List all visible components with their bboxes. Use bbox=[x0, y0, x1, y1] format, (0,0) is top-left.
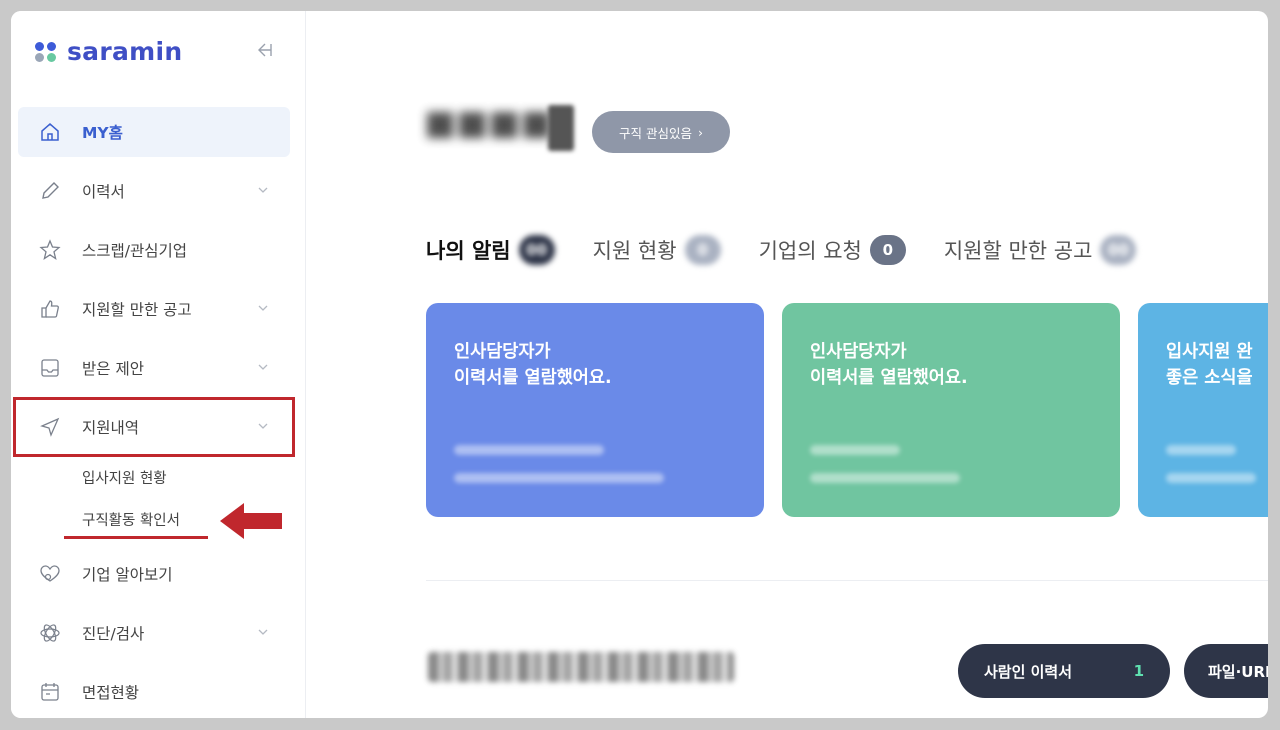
card-detail-blurred bbox=[1166, 473, 1256, 483]
saramin-logo[interactable]: saramin bbox=[35, 37, 182, 66]
send-icon bbox=[40, 417, 60, 437]
tab-count-badge: 0 bbox=[684, 235, 721, 265]
sidebar-item-label: 지원할 만한 공고 bbox=[82, 301, 192, 319]
tab-count-badge: 0 bbox=[869, 235, 906, 265]
card-detail-blurred bbox=[454, 445, 604, 455]
notification-cards: 인사담당자가 이력서를 열람했어요. 인사담당자가 이력서를 열람했어요. 입사… bbox=[426, 303, 1268, 517]
submenu-item-application-status[interactable]: 입사지원 현황 bbox=[18, 456, 290, 498]
file-button-label: 파일·URL bbox=[1208, 662, 1268, 681]
tab-recommended-postings[interactable]: 지원할 만한 공고 00 bbox=[944, 235, 1137, 265]
file-url-resume-button[interactable]: 파일·URL bbox=[1184, 644, 1268, 698]
collapse-sidebar-icon[interactable] bbox=[253, 39, 275, 61]
chevron-down-icon bbox=[258, 629, 268, 635]
saramin-resume-button[interactable]: 사람인 이력서 1 bbox=[958, 644, 1170, 698]
user-name-suffix-blurred bbox=[548, 105, 574, 151]
card-title: 인사담당자가 이력서를 열람했어요. bbox=[810, 342, 968, 388]
tab-count-badge: 00 bbox=[518, 235, 555, 265]
sidebar-item-scrap[interactable]: 스크랩/관심기업 bbox=[18, 225, 290, 275]
thumbs-up-icon bbox=[41, 300, 59, 318]
status-label: 구직 관심있음 bbox=[619, 125, 692, 141]
sidebar-item-label: 진단/검사 bbox=[82, 625, 145, 643]
app-window: saramin MY홈 이력서 스크랩/관심기업 지원할 만한 공고 받은 제안… bbox=[11, 11, 1268, 718]
tab-company-requests[interactable]: 기업의 요청 0 bbox=[759, 235, 906, 265]
chevron-down-icon bbox=[258, 423, 268, 429]
notification-card[interactable]: 입사지원 완 좋은 소식을 bbox=[1138, 303, 1268, 517]
sidebar-menu: MY홈 이력서 스크랩/관심기업 지원할 만한 공고 받은 제안 지원내역 입사… bbox=[13, 107, 295, 718]
card-detail-blurred bbox=[810, 473, 960, 483]
notification-card[interactable]: 인사담당자가 이력서를 열람했어요. bbox=[426, 303, 764, 517]
card-title: 인사담당자가 이력서를 열람했어요. bbox=[454, 342, 612, 388]
submenu-item-label: 구직활동 확인서 bbox=[82, 512, 180, 529]
submenu-item-job-search-certificate[interactable]: 구직활동 확인서 bbox=[18, 498, 290, 540]
sidebar-item-label: 스크랩/관심기업 bbox=[82, 242, 188, 260]
card-detail-blurred bbox=[1166, 445, 1236, 455]
card-title: 입사지원 완 좋은 소식을 bbox=[1166, 342, 1253, 388]
card-detail-blurred bbox=[454, 473, 664, 483]
sidebar-item-label: MY홈 bbox=[82, 124, 123, 142]
sidebar-item-label: 기업 알아보기 bbox=[82, 566, 173, 584]
atom-icon bbox=[40, 624, 60, 642]
sidebar-item-resume[interactable]: 이력서 bbox=[18, 166, 290, 216]
sidebar-item-label: 면접현황 bbox=[82, 684, 140, 702]
sidebar-item-label: 지원내역 bbox=[82, 419, 140, 437]
tab-label: 지원 현황 bbox=[592, 239, 677, 263]
home-icon bbox=[41, 123, 59, 141]
sidebar-item-label: 이력서 bbox=[82, 183, 125, 201]
sidebar-item-recommended-jobs[interactable]: 지원할 만한 공고 bbox=[18, 284, 290, 334]
dashboard-tabs: 나의 알림 00 지원 현황 0 기업의 요청 0 지원할 만한 공고 00 bbox=[426, 235, 1137, 265]
sidebar: saramin MY홈 이력서 스크랩/관심기업 지원할 만한 공고 받은 제안… bbox=[11, 11, 306, 718]
sidebar-item-explore-companies[interactable]: 기업 알아보기 bbox=[18, 549, 290, 599]
chevron-right-icon: › bbox=[697, 124, 703, 140]
section-heading-blurred bbox=[428, 652, 734, 682]
submenu-item-label: 입사지원 현황 bbox=[82, 470, 167, 487]
logo-text: saramin bbox=[67, 37, 183, 66]
heart-search-icon bbox=[40, 565, 60, 582]
sidebar-item-diagnosis[interactable]: 진단/검사 bbox=[18, 608, 290, 658]
user-name-blurred: ■■■■ bbox=[424, 103, 553, 143]
star-icon bbox=[39, 239, 61, 260]
job-seeking-status-button[interactable]: 구직 관심있음 › bbox=[592, 111, 730, 153]
tab-application-status[interactable]: 지원 현황 0 bbox=[593, 235, 721, 265]
logo-dots-icon bbox=[35, 40, 59, 64]
tab-count-badge: 00 bbox=[1100, 235, 1137, 265]
chevron-down-icon bbox=[258, 364, 268, 370]
sidebar-item-received-offers[interactable]: 받은 제안 bbox=[18, 343, 290, 393]
calendar-icon bbox=[41, 683, 59, 701]
tab-label: 기업의 요청 bbox=[758, 239, 862, 263]
notification-card[interactable]: 인사담당자가 이력서를 열람했어요. bbox=[782, 303, 1120, 517]
resume-button-label: 사람인 이력서 bbox=[984, 662, 1073, 681]
resume-count: 1 bbox=[1133, 662, 1144, 680]
pencil-icon bbox=[42, 182, 59, 199]
tab-label: 지원할 만한 공고 bbox=[943, 239, 1093, 263]
inbox-icon bbox=[41, 359, 59, 377]
chevron-down-icon bbox=[258, 305, 268, 311]
card-detail-blurred bbox=[810, 445, 900, 455]
annotation-arrow-icon bbox=[220, 503, 282, 539]
sidebar-item-interview-status[interactable]: 면접현황 bbox=[18, 667, 290, 717]
tab-label: 나의 알림 bbox=[426, 239, 511, 263]
main-content: ■■■■ 구직 관심있음 › 나의 알림 00 지원 현황 0 기업의 요청 0… bbox=[306, 11, 1268, 718]
chevron-down-icon bbox=[258, 187, 268, 193]
sidebar-item-my-home[interactable]: MY홈 bbox=[18, 107, 290, 157]
tab-my-notifications[interactable]: 나의 알림 00 bbox=[426, 235, 555, 265]
sidebar-item-label: 받은 제안 bbox=[82, 360, 144, 378]
annotation-underline bbox=[64, 536, 208, 539]
section-divider bbox=[426, 580, 1268, 581]
sidebar-item-application-history[interactable]: 지원내역 bbox=[13, 397, 295, 457]
